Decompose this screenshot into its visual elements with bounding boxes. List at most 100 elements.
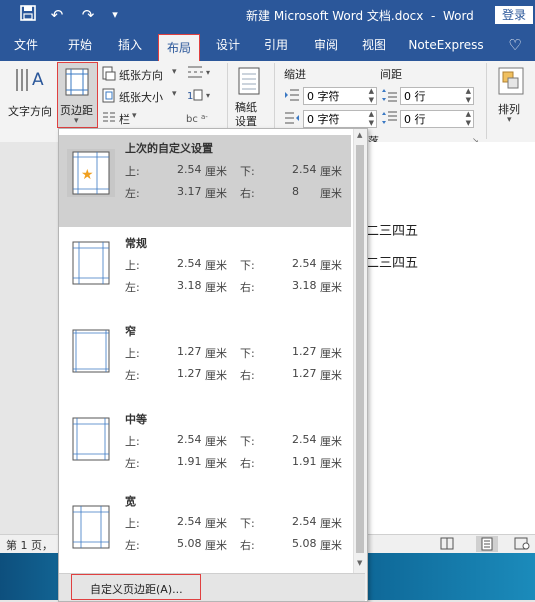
- spacing-after-field[interactable]: 0 行 ▲ ▼: [400, 110, 474, 128]
- left-label: 左:: [125, 457, 140, 470]
- web-layout-icon[interactable]: [514, 537, 532, 551]
- print-layout-icon[interactable]: [476, 536, 498, 552]
- unit: 厘米: [205, 187, 227, 200]
- margin-option-narrow[interactable]: 窄 上: 1.27 厘米 下: 1.27 厘米 左: 1.27 厘米 右: 1.…: [59, 309, 351, 401]
- document-page[interactable]: 二三四五 二三四五: [355, 142, 535, 534]
- option-name: 宽: [125, 495, 136, 508]
- scroll-up-icon[interactable]: ▲: [357, 131, 362, 139]
- size-button[interactable]: 纸张大小 ▾: [102, 87, 182, 105]
- top-value: 2.54: [177, 163, 202, 176]
- redo-icon[interactable]: ↷: [78, 5, 98, 25]
- tab-insert[interactable]: 插入: [110, 30, 150, 61]
- option-name: 常规: [125, 237, 147, 250]
- menu-scrollbar[interactable]: ▲ ▼: [353, 129, 367, 600]
- hyphenation-icon[interactable]: bc a-: [186, 111, 212, 127]
- top-label: 上:: [125, 347, 140, 360]
- right-label: 右:: [240, 457, 255, 470]
- undo-icon[interactable]: ↶: [45, 5, 69, 25]
- top-label: 上:: [125, 259, 140, 272]
- unit: 厘米: [320, 165, 342, 178]
- indent-left-icon: [284, 88, 300, 105]
- bottom-value: 1.27: [292, 345, 317, 358]
- draft-settings-button[interactable]: 稿纸 设置: [232, 65, 268, 133]
- margins-icon: [65, 68, 89, 99]
- top-label: 上:: [125, 435, 140, 448]
- size-icon: [102, 88, 116, 106]
- unit: 厘米: [320, 517, 342, 530]
- columns-icon: [102, 111, 116, 127]
- spinner-arrows-icon[interactable]: ▲ ▼: [466, 110, 471, 128]
- indent-left-field[interactable]: 0 字符 ▲ ▼: [303, 87, 377, 105]
- breaks-icon[interactable]: ▾: [186, 65, 212, 81]
- custom-margins-button[interactable]: 自定义页边距(A)...: [71, 574, 201, 600]
- orientation-label: 纸张方向: [119, 69, 163, 82]
- indent-right-icon: [284, 111, 300, 128]
- unit: 厘米: [320, 369, 342, 382]
- tab-view[interactable]: 视图: [354, 30, 394, 61]
- top-label: 上:: [125, 517, 140, 530]
- margin-option-moderate[interactable]: 中等 上: 2.54 厘米 下: 2.54 厘米 左: 1.91 厘米 右: 1…: [59, 397, 351, 489]
- right-label: 右:: [240, 281, 255, 294]
- bottom-value: 2.54: [292, 163, 317, 176]
- qa-dropdown-icon[interactable]: ▾: [108, 5, 122, 25]
- text-direction-icon: A: [14, 65, 48, 98]
- bottom-value: 2.54: [292, 257, 317, 270]
- unit: 厘米: [320, 187, 342, 200]
- bottom-value: 2.54: [292, 515, 317, 528]
- svg-text:1: 1: [187, 91, 193, 102]
- left-label: 左:: [125, 369, 140, 382]
- svg-text:▾: ▾: [206, 68, 210, 77]
- narrow-margin-icon: [67, 327, 115, 375]
- svg-text:bc: bc: [186, 114, 198, 125]
- normal-margin-icon: [67, 239, 115, 287]
- spinner-arrows-icon[interactable]: ▲ ▼: [466, 87, 471, 105]
- right-value: 8: [292, 185, 299, 198]
- arrange-button[interactable]: 排列 ▾: [492, 65, 530, 127]
- left-value: 3.17: [177, 185, 202, 198]
- left-label: 左:: [125, 187, 140, 200]
- line-numbers-icon[interactable]: 1 ▾: [186, 88, 212, 104]
- right-value: 5.08: [292, 537, 317, 550]
- spacing-before-field[interactable]: 0 行 ▲ ▼: [400, 87, 474, 105]
- right-label: 右:: [240, 369, 255, 382]
- tab-design[interactable]: 设计: [208, 30, 248, 61]
- unit: 厘米: [205, 281, 227, 294]
- spinner-arrows-icon[interactable]: ▲ ▼: [369, 110, 374, 128]
- tab-references[interactable]: 引用: [256, 30, 296, 61]
- custom-margins-label: 自定义页边距(A)...: [90, 583, 183, 596]
- last-custom-margin-icon: ★: [67, 149, 115, 197]
- columns-button[interactable]: 栏 ▾: [102, 109, 142, 127]
- tab-layout[interactable]: 布局: [158, 34, 200, 63]
- scroll-down-icon[interactable]: ▼: [357, 559, 362, 567]
- left-value: 1.91: [177, 455, 202, 468]
- draft-settings-label: 稿纸 设置: [235, 101, 257, 128]
- unit: 厘米: [205, 369, 227, 382]
- orientation-button[interactable]: 纸张方向 ▾: [102, 65, 182, 83]
- save-icon[interactable]: [18, 5, 38, 25]
- tab-file[interactable]: 文件: [6, 30, 46, 61]
- unit: 厘米: [205, 435, 227, 448]
- tab-home[interactable]: 开始: [60, 30, 100, 61]
- scrollbar-thumb[interactable]: [356, 145, 364, 553]
- unit: 厘米: [320, 435, 342, 448]
- read-mode-icon[interactable]: [440, 537, 456, 551]
- tab-noteexpress[interactable]: NoteExpress: [406, 30, 486, 61]
- text-direction-button[interactable]: A 文字方向: [6, 65, 56, 127]
- margin-option-last-custom[interactable]: ★ 上次的自定义设置 上: 2.54 厘米 下: 2.54 厘米 左: 3.17…: [59, 135, 351, 227]
- orientation-dropdown-icon: ▾: [172, 67, 177, 77]
- wide-margin-icon: [67, 503, 115, 551]
- page-info[interactable]: 第 1 页，: [6, 537, 53, 553]
- login-button[interactable]: 登录: [495, 6, 533, 24]
- svg-text:▾: ▾: [206, 91, 210, 100]
- margins-button[interactable]: 页边距 ▾: [57, 62, 98, 128]
- unit: 厘米: [205, 259, 227, 272]
- unit: 厘米: [320, 347, 342, 360]
- spinner-arrows-icon[interactable]: ▲ ▼: [369, 87, 374, 105]
- margin-option-wide[interactable]: 宽 上: 2.54 厘米 下: 2.54 厘米 左: 5.08 厘米 右: 5.…: [59, 485, 351, 577]
- indent-right-field[interactable]: 0 字符 ▲ ▼: [303, 110, 377, 128]
- columns-label: 栏: [119, 113, 130, 126]
- tab-review[interactable]: 审阅: [306, 30, 346, 61]
- lightbulb-icon[interactable]: ♡: [505, 30, 525, 61]
- margin-option-normal[interactable]: 常规 上: 2.54 厘米 下: 2.54 厘米 左: 3.18 厘米 右: 3…: [59, 221, 351, 313]
- svg-text:A: A: [32, 70, 44, 90]
